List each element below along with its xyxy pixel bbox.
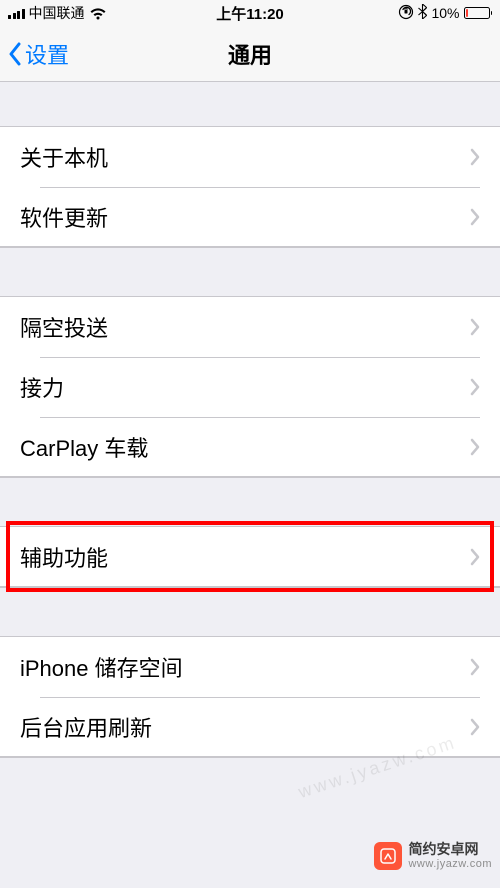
cell-label: CarPlay 车载	[20, 431, 470, 463]
chevron-right-icon	[470, 548, 480, 566]
chevron-right-icon	[470, 658, 480, 676]
group-spacer	[0, 478, 500, 526]
cell-label: 隔空投送	[20, 311, 470, 343]
back-button[interactable]: 设置	[8, 38, 69, 70]
cell-label: 接力	[20, 371, 470, 403]
watermark-sub: www.jyazw.com	[408, 858, 492, 870]
chevron-right-icon	[470, 378, 480, 396]
status-right: 10%	[398, 4, 492, 23]
settings-group-2: 隔空投送 接力 CarPlay 车载	[0, 296, 500, 478]
watermark-text: 简约安卓网 www.jyazw.com	[408, 842, 492, 869]
cell-accessibility[interactable]: 辅助功能	[0, 527, 500, 587]
watermark-icon	[374, 842, 402, 870]
watermark: 简约安卓网 www.jyazw.com	[374, 842, 492, 870]
carrier-label: 中国联通	[29, 3, 85, 23]
settings-group-3: 辅助功能	[0, 526, 500, 588]
settings-group-1: 关于本机 软件更新	[0, 126, 500, 248]
chevron-right-icon	[470, 318, 480, 336]
cell-software-update[interactable]: 软件更新	[0, 187, 500, 247]
cell-label: 软件更新	[20, 201, 470, 233]
cell-iphone-storage[interactable]: iPhone 储存空间	[0, 637, 500, 697]
cell-about[interactable]: 关于本机	[0, 127, 500, 187]
watermark-title: 简约安卓网	[408, 842, 492, 857]
nav-bar: 设置 通用	[0, 26, 500, 82]
group-spacer	[0, 82, 500, 126]
cell-label: iPhone 储存空间	[20, 651, 470, 683]
battery-pct: 10%	[431, 5, 459, 21]
cell-label: 后台应用刷新	[20, 711, 470, 743]
cell-carplay[interactable]: CarPlay 车载	[0, 417, 500, 477]
status-left: 中国联通	[8, 3, 107, 23]
wifi-icon	[89, 7, 107, 20]
back-label: 设置	[25, 38, 69, 70]
group-spacer	[0, 588, 500, 636]
chevron-right-icon	[470, 148, 480, 166]
cell-label: 辅助功能	[20, 541, 470, 573]
chevron-left-icon	[8, 42, 22, 66]
chevron-right-icon	[470, 438, 480, 456]
chevron-right-icon	[470, 208, 480, 226]
cell-airdrop[interactable]: 隔空投送	[0, 297, 500, 357]
group-spacer	[0, 248, 500, 296]
battery-icon	[464, 7, 493, 19]
status-time: 上午11:20	[216, 3, 284, 24]
settings-group-4: iPhone 储存空间 后台应用刷新	[0, 636, 500, 758]
bluetooth-icon	[418, 4, 427, 22]
page-title: 通用	[228, 38, 272, 70]
signal-icon	[8, 7, 25, 19]
status-bar: 中国联通 上午11:20 10%	[0, 0, 500, 26]
chevron-right-icon	[470, 718, 480, 736]
cell-label: 关于本机	[20, 141, 470, 173]
orientation-lock-icon	[398, 4, 414, 23]
cell-handoff[interactable]: 接力	[0, 357, 500, 417]
